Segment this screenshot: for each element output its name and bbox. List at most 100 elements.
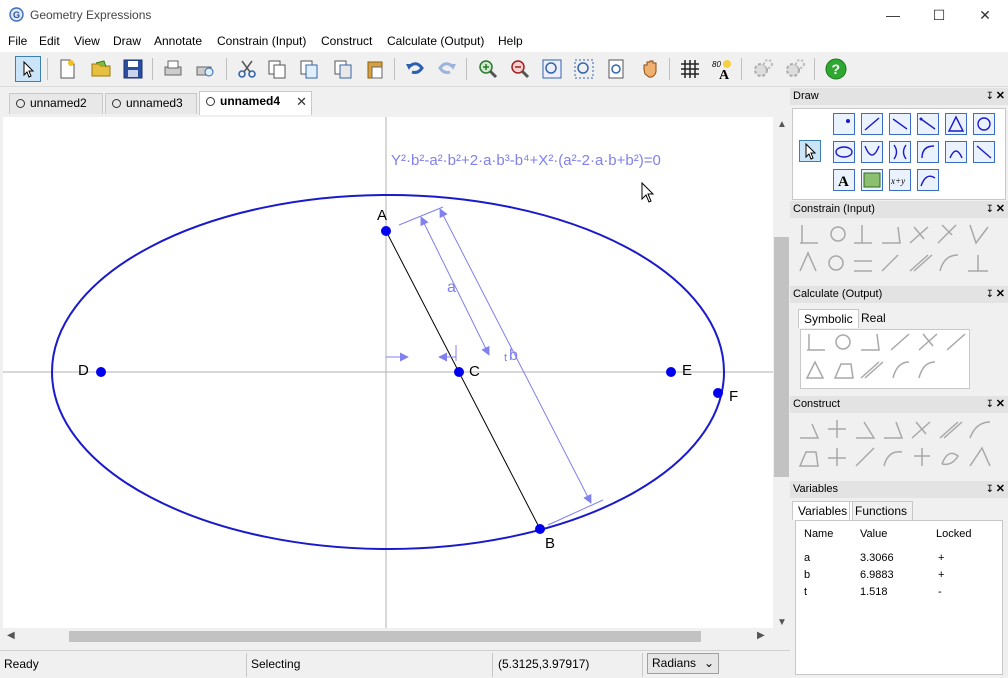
menu-annotate[interactable]: Annotate: [154, 34, 202, 48]
undo-icon: [406, 62, 424, 74]
vertical-scroll-thumb[interactable]: [774, 237, 789, 477]
paste-special-button[interactable]: [330, 56, 356, 82]
draw-locus-button[interactable]: [973, 141, 995, 163]
tab-symbolic[interactable]: Symbolic: [798, 309, 859, 328]
tab-functions[interactable]: Functions: [849, 501, 914, 520]
point-c[interactable]: [454, 367, 464, 377]
draw-text-button[interactable]: A: [833, 169, 855, 191]
document-icon: [16, 99, 25, 108]
minimize-button[interactable]: —: [870, 0, 916, 31]
segment-ab[interactable]: [385, 230, 541, 530]
copy-button[interactable]: [264, 56, 290, 82]
tab-unnamed2[interactable]: unnamed2: [9, 93, 103, 114]
menu-file[interactable]: File: [8, 34, 27, 48]
menu-help[interactable]: Help: [498, 34, 523, 48]
horizontal-scroll-thumb[interactable]: [69, 631, 701, 642]
open-button[interactable]: [88, 56, 114, 82]
dimension-label-t: t: [504, 352, 507, 364]
close-button[interactable]: ✕: [962, 0, 1008, 31]
save-button[interactable]: [120, 56, 146, 82]
undo-button[interactable]: [402, 56, 428, 82]
redo-button[interactable]: [434, 56, 460, 82]
pin-icon[interactable]: ↧: [986, 201, 994, 218]
table-row[interactable]: a 3.3066 +: [796, 551, 1006, 568]
document-tabs: unnamed2 unnamed3 unnamed4 ✕: [0, 88, 790, 115]
point-b[interactable]: [535, 524, 545, 534]
draw-segment-button[interactable]: [889, 113, 911, 135]
paste-button[interactable]: [362, 56, 388, 82]
pan-button[interactable]: [637, 56, 663, 82]
gears-button[interactable]: [750, 56, 776, 82]
panel-close-icon[interactable]: ✕: [996, 396, 1005, 413]
zoom-page-button[interactable]: [603, 56, 629, 82]
point-f[interactable]: [713, 388, 723, 398]
pin-icon[interactable]: ↧: [986, 88, 994, 105]
tab-unnamed3[interactable]: unnamed3: [105, 93, 197, 114]
label-d: D: [78, 362, 89, 379]
zoom-in-button[interactable]: [475, 56, 501, 82]
menu-construct[interactable]: Construct: [321, 34, 372, 48]
scroll-right-icon[interactable]: ▶: [757, 630, 765, 641]
select-tool-button[interactable]: [15, 56, 41, 82]
print-button[interactable]: [160, 56, 186, 82]
cut-button[interactable]: [234, 56, 260, 82]
help-button[interactable]: ?: [823, 56, 849, 82]
table-row[interactable]: b 6.9883 +: [796, 568, 1006, 585]
draw-expression-button[interactable]: x+y: [889, 169, 911, 191]
scroll-left-icon[interactable]: ◀: [7, 630, 15, 641]
table-row[interactable]: t 1.518 -: [796, 585, 1006, 602]
draw-line-button[interactable]: [861, 113, 883, 135]
grid-button[interactable]: [677, 56, 703, 82]
pin-icon[interactable]: ↧: [986, 286, 994, 303]
panel-close-icon[interactable]: ✕: [996, 201, 1005, 218]
tab-variables[interactable]: Variables: [792, 501, 854, 520]
angle-unit-select[interactable]: Radians ⌄: [647, 653, 719, 674]
draw-arc-button[interactable]: [917, 141, 939, 163]
menu-constrain[interactable]: Constrain (Input): [217, 34, 306, 48]
draw-ellipse-button[interactable]: [833, 141, 855, 163]
menu-calculate[interactable]: Calculate (Output): [387, 34, 484, 48]
copy-special-button[interactable]: [296, 56, 322, 82]
draw-select-button[interactable]: [799, 140, 821, 162]
draw-point-button[interactable]: [833, 113, 855, 135]
segment-icon: [892, 118, 908, 130]
panel-close-icon[interactable]: ✕: [996, 88, 1005, 105]
draw-function-button[interactable]: [945, 141, 967, 163]
zoom-out-button[interactable]: [507, 56, 533, 82]
menu-view[interactable]: View: [74, 34, 100, 48]
draw-curve-button[interactable]: [917, 169, 939, 191]
panel-close-icon[interactable]: ✕: [996, 481, 1005, 498]
ellipse-equation[interactable]: Y²·b²-a²·b²+2·a·b³-b⁴+X²·(a²-2·a·b+b²)=0: [391, 152, 661, 169]
point-d[interactable]: [96, 367, 106, 377]
maximize-button[interactable]: ☐: [916, 0, 962, 31]
zoom-window-button[interactable]: [571, 56, 597, 82]
label-font-button[interactable]: 80 A: [709, 56, 735, 82]
draw-ray-button[interactable]: [917, 113, 939, 135]
menu-draw[interactable]: Draw: [113, 34, 141, 48]
gears-2-button[interactable]: [782, 56, 808, 82]
pin-icon[interactable]: ↧: [986, 396, 994, 413]
zoom-fit-button[interactable]: [539, 56, 565, 82]
point-a[interactable]: [381, 226, 391, 236]
scroll-up-icon[interactable]: ▲: [777, 119, 787, 130]
scroll-down-icon[interactable]: ▼: [777, 617, 787, 628]
horizontal-scrollbar[interactable]: ◀ ▶: [3, 628, 773, 645]
tab-close-icon[interactable]: ✕: [296, 93, 307, 111]
tab-real[interactable]: Real: [856, 309, 891, 327]
pin-icon[interactable]: ↧: [986, 481, 994, 498]
status-bar: Ready Selecting (5.3125,3.97917) Radians…: [0, 650, 790, 678]
draw-parabola-button[interactable]: [861, 141, 883, 163]
draw-hyperbola-button[interactable]: [889, 141, 911, 163]
draw-picture-button[interactable]: [861, 169, 883, 191]
menu-edit[interactable]: Edit: [39, 34, 60, 48]
tab-unnamed4[interactable]: unnamed4 ✕: [199, 91, 312, 115]
constrain-panel: Constrain (Input) ↧ ✕: [790, 201, 1008, 285]
point-e[interactable]: [666, 367, 676, 377]
draw-polygon-button[interactable]: [945, 113, 967, 135]
print-preview-button[interactable]: [192, 56, 218, 82]
draw-circle-button[interactable]: [973, 113, 995, 135]
new-button[interactable]: [54, 56, 80, 82]
panel-close-icon[interactable]: ✕: [996, 286, 1005, 303]
vertical-scrollbar[interactable]: ▲ ▼: [773, 117, 790, 632]
drawing-canvas[interactable]: A B C D E F a t b Y²·b²-a²·b²+2·a·b³-b⁴+…: [3, 117, 773, 632]
